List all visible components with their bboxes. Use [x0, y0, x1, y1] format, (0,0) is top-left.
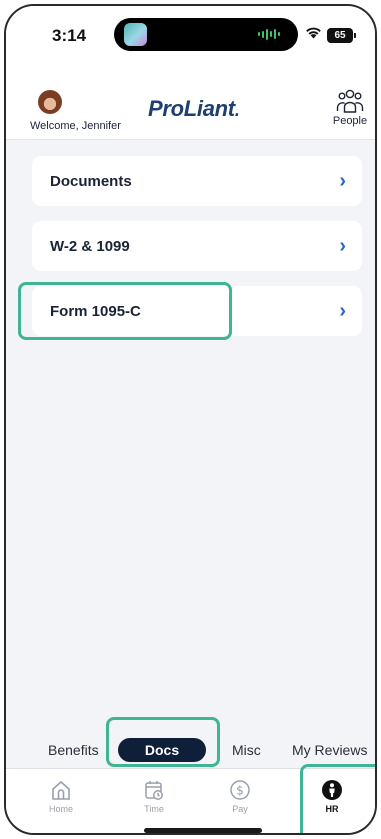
nav-label: Pay — [232, 804, 248, 814]
list-item-w2-1099[interactable]: W-2 & 1099 › — [32, 221, 362, 271]
list-item-form-1095c[interactable]: Form 1095-C › — [32, 286, 362, 336]
docs-list: Documents › W-2 & 1099 › Form 1095-C › — [6, 141, 375, 736]
tab-my-reviews[interactable]: My Reviews — [292, 738, 367, 762]
logo-text: ProLiant — [148, 96, 235, 121]
nav-label: Time — [144, 804, 164, 814]
welcome-text: Welcome, Jennifer — [30, 120, 121, 132]
nav-hr[interactable]: HR — [304, 779, 360, 814]
nav-time[interactable]: Time — [126, 779, 182, 814]
status-time: 3:14 — [52, 26, 87, 45]
tab-docs[interactable]: Docs — [118, 738, 206, 762]
home-icon — [33, 779, 89, 801]
people-button[interactable]: People — [327, 88, 373, 134]
nav-label: HR — [325, 804, 339, 814]
status-indicators: 65 — [305, 26, 356, 44]
calendar-clock-icon — [126, 779, 182, 801]
proliant-logo: ProLiant. — [148, 96, 240, 122]
list-item-label: W-2 & 1099 — [50, 237, 130, 255]
people-icon — [327, 88, 373, 114]
tab-misc[interactable]: Misc — [232, 738, 261, 762]
nav-home[interactable]: Home — [33, 779, 89, 814]
nav-pay[interactable]: $ Pay — [212, 779, 268, 814]
battery-icon: 65 — [327, 27, 356, 43]
list-item-label: Documents — [50, 172, 132, 190]
list-item-label: Form 1095-C — [50, 302, 141, 320]
chevron-right-icon: › — [339, 299, 346, 322]
app-header: Welcome, Jennifer ProLiant. People — [6, 56, 375, 140]
chevron-right-icon: › — [339, 169, 346, 192]
nav-label: Home — [48, 804, 73, 814]
dynamic-island[interactable] — [114, 18, 298, 51]
audio-waveform-icon — [258, 27, 280, 41]
media-thumbnail-icon — [124, 23, 147, 46]
avatar[interactable] — [38, 90, 62, 114]
logo-dot: . — [234, 100, 240, 120]
status-bar: 3:14 65 — [6, 6, 375, 56]
home-indicator — [144, 828, 262, 833]
tab-benefits[interactable]: Benefits — [48, 738, 99, 762]
people-label: People — [332, 115, 368, 127]
wifi-icon — [305, 26, 322, 44]
dollar-coin-icon: $ — [212, 779, 268, 801]
svg-text:$: $ — [236, 784, 244, 798]
chevron-right-icon: › — [339, 234, 346, 257]
person-icon — [304, 779, 360, 801]
bottom-nav: Home Time $ Pay HR — [6, 768, 375, 833]
phone-frame: 3:14 65 Welcome, Jennifer ProLiant. Peop… — [4, 4, 377, 835]
list-item-documents[interactable]: Documents › — [32, 156, 362, 206]
segment-tabs: Benefits Docs Misc My Reviews — [6, 738, 375, 764]
